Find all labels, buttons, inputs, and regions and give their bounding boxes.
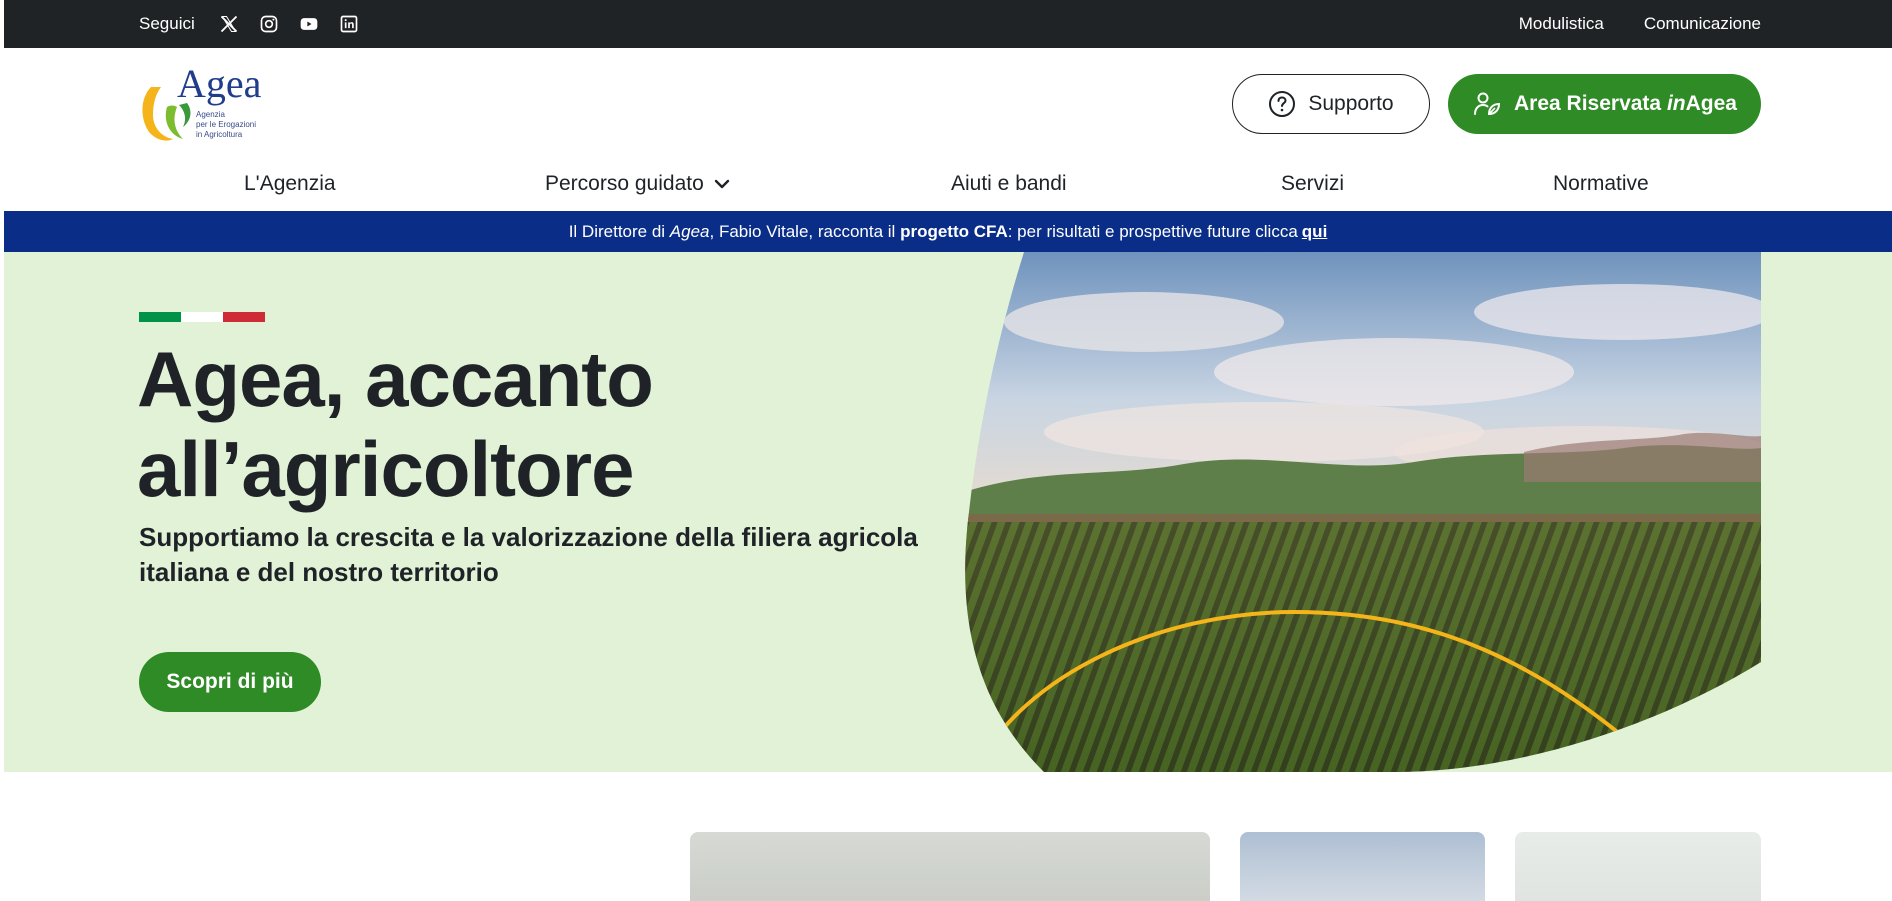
- comunicazione-link[interactable]: Comunicazione: [1644, 14, 1761, 34]
- top-bar: Seguici Modulistica Comunicazione: [4, 0, 1892, 48]
- nav-item-servizi[interactable]: Servizi: [1281, 172, 1344, 196]
- top-links: Modulistica Comunicazione: [1519, 14, 1761, 34]
- reserved-area-label: Area Riservata inAgea: [1514, 92, 1737, 115]
- user-leaf-icon: [1474, 92, 1501, 116]
- logo-tagline: Agenzia per le Erogazioni in Agricoltura: [196, 110, 257, 139]
- italian-flag-bar: [139, 312, 265, 322]
- discover-more-button[interactable]: Scopri di più: [139, 652, 321, 712]
- card-image[interactable]: [690, 832, 1210, 901]
- x-icon[interactable]: [216, 11, 242, 37]
- nav-item-normative[interactable]: Normative: [1553, 172, 1649, 196]
- hero-title: Agea, accanto all’agricoltore: [137, 335, 654, 513]
- social-links: [216, 11, 362, 37]
- support-label: Supporto: [1308, 92, 1394, 115]
- linkedin-icon[interactable]: [336, 11, 362, 37]
- card-image[interactable]: [1240, 832, 1485, 901]
- youtube-icon[interactable]: [296, 11, 322, 37]
- modulistica-link[interactable]: Modulistica: [1519, 14, 1604, 34]
- nav-item-percorso-guidato[interactable]: Percorso guidato: [545, 172, 730, 196]
- instagram-icon[interactable]: [256, 11, 282, 37]
- chevron-down-icon: [714, 179, 729, 189]
- hero-landscape-image: [965, 252, 1761, 772]
- help-circle-icon: [1269, 91, 1296, 117]
- hero-section: Agea, accanto all’agricoltore Supportiam…: [4, 252, 1892, 772]
- nav-item-aiuti-e-bandi[interactable]: Aiuti e bandi: [951, 172, 1067, 196]
- cards-row: [4, 832, 1892, 901]
- announcement-banner: Il Direttore di Agea, Fabio Vitale, racc…: [4, 211, 1892, 252]
- agea-logo[interactable]: Agea Agenzia per le Erogazioni in Agrico…: [139, 61, 269, 148]
- main-nav: L'Agenzia Percorso guidato Aiuti e bandi…: [4, 172, 1892, 208]
- banner-text: Il Direttore di Agea, Fabio Vitale, racc…: [568, 221, 1298, 241]
- banner-link[interactable]: qui: [1302, 222, 1328, 242]
- page: Seguici Modulistica Comunicazione Agea A…: [4, 0, 1892, 901]
- hero-subtitle: Supportiamo la crescita e la valorizzazi…: [139, 522, 918, 587]
- reserved-area-button[interactable]: Area Riservata inAgea: [1448, 74, 1761, 134]
- support-button[interactable]: Supporto: [1232, 74, 1430, 134]
- follow-label: Seguici: [139, 14, 195, 33]
- logo-wordmark: Agea: [177, 61, 262, 106]
- nav-item-agenzia[interactable]: L'Agenzia: [244, 172, 336, 196]
- card-image[interactable]: [1515, 832, 1761, 901]
